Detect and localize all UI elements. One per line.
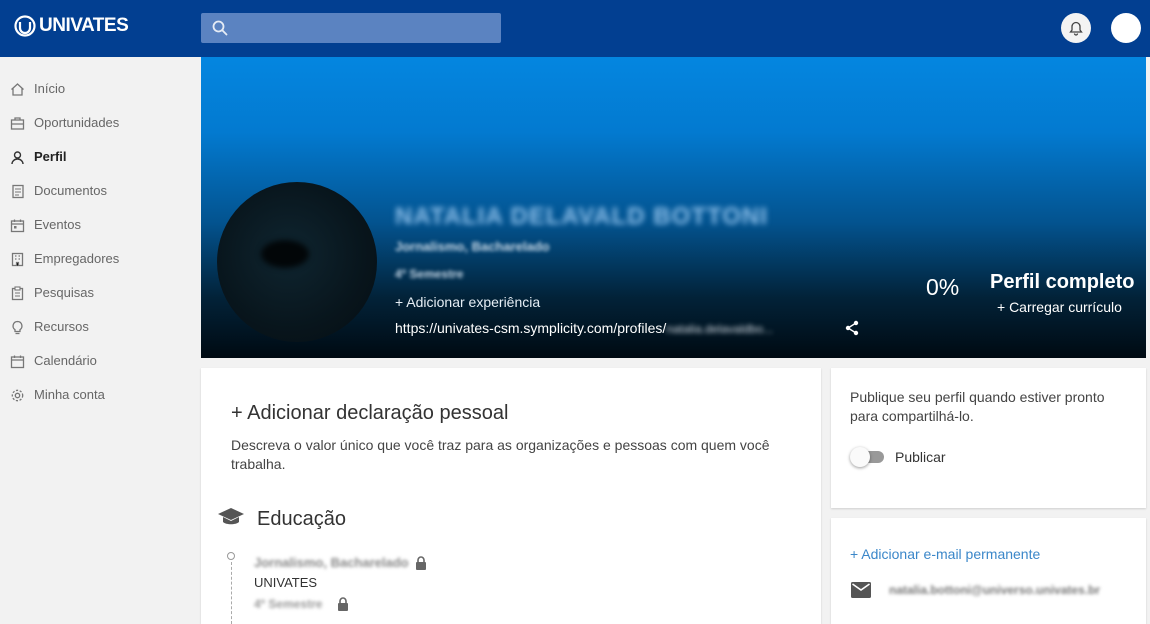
- univates-logo[interactable]: UNIVATES: [14, 15, 129, 37]
- sidebar-item-label: Documentos: [34, 183, 107, 198]
- graduation-cap-icon: [218, 508, 244, 525]
- publish-toggle-label: Publicar: [895, 449, 946, 465]
- sidebar-item-label: Minha conta: [34, 387, 105, 402]
- profile-url-suffix: natalia.delavaldbo...: [666, 322, 774, 336]
- toggle-knob: [850, 447, 870, 467]
- profile-completion-label: Perfil completo: [990, 271, 1135, 293]
- sidebar-item-label: Oportunidades: [34, 115, 120, 130]
- add-permanent-email-link[interactable]: + Adicionar e-mail permanente: [850, 546, 1040, 562]
- profile-header: NATALIA DELAVALD BOTTONI Jornalismo, Bac…: [201, 57, 1146, 358]
- sidebar-item-eventos[interactable]: Eventos: [0, 208, 201, 242]
- add-personal-statement-link[interactable]: + Adicionar declaração pessoal: [231, 402, 508, 425]
- education-semester: 4º Semestre: [254, 597, 323, 611]
- publish-toggle[interactable]: [850, 447, 886, 467]
- search-icon: [212, 20, 228, 36]
- sidebar-item-perfil[interactable]: Perfil: [0, 140, 201, 174]
- contact-card: + Adicionar e-mail permanente natalia.bo…: [831, 518, 1146, 624]
- sidebar-item-minha-conta[interactable]: Minha conta: [0, 378, 201, 412]
- personal-statement-description: Descreva o valor único que você traz par…: [231, 437, 770, 472]
- publish-description: Publique seu perfil quando estiver pront…: [850, 389, 1105, 424]
- home-icon: [11, 83, 24, 96]
- brand-name: UNIVATES: [39, 15, 129, 36]
- profile-completion-percent: 0%: [926, 274, 960, 300]
- profile-url[interactable]: https://univates-csm.symplicity.com/prof…: [395, 320, 773, 336]
- person-icon: [11, 151, 24, 165]
- sidebar-item-label: Início: [34, 81, 66, 96]
- clipboard-icon: [11, 286, 24, 301]
- upload-resume-link[interactable]: + Carregar currículo: [997, 299, 1122, 315]
- timeline-line: [231, 562, 232, 624]
- sidebar-item-label: Eventos: [34, 217, 81, 232]
- profile-name: NATALIA DELAVALD BOTTONI: [395, 203, 768, 230]
- contact-email: natalia.bottoni@universo.univates.br: [889, 583, 1101, 597]
- sidebar-item-inicio[interactable]: Início: [0, 72, 201, 106]
- briefcase-icon: [10, 117, 25, 130]
- lightbulb-icon: [12, 320, 23, 335]
- mail-icon: [851, 582, 871, 598]
- education-school: UNIVATES: [254, 575, 318, 590]
- user-avatar[interactable]: [1111, 13, 1141, 43]
- profile-photo[interactable]: [217, 182, 377, 342]
- notifications-button[interactable]: [1061, 13, 1091, 43]
- publish-card: Publique seu perfil quando estiver pront…: [831, 368, 1146, 508]
- sidebar-item-documentos[interactable]: Documentos: [0, 174, 201, 208]
- sidebar-item-empregadores[interactable]: Empregadores: [0, 242, 201, 276]
- search-bar[interactable]: [201, 13, 501, 43]
- sidebar-item-label: Perfil: [34, 149, 67, 164]
- sidebar-item-calendario[interactable]: Calendário: [0, 344, 201, 378]
- calendar-event-icon: [10, 219, 25, 233]
- profile-main-card: + Adicionar declaração pessoal Descreva …: [201, 368, 821, 624]
- education-section-title: Educação: [257, 508, 346, 530]
- profile-photo-detail: [261, 240, 309, 268]
- profile-semester: 4º Semestre: [395, 267, 464, 281]
- sidebar-item-recursos[interactable]: Recursos: [0, 310, 201, 344]
- profile-url-prefix: https://univates-csm.symplicity.com/prof…: [395, 320, 667, 336]
- share-icon[interactable]: [844, 320, 860, 336]
- bell-icon: [1069, 21, 1083, 36]
- calendar-icon: [10, 355, 25, 369]
- sidebar-item-label: Recursos: [34, 319, 89, 334]
- sidebar-item-oportunidades[interactable]: Oportunidades: [0, 106, 201, 140]
- lock-icon: [338, 597, 348, 611]
- sidebar-item-label: Pesquisas: [34, 285, 94, 300]
- univates-logo-icon: [14, 15, 36, 37]
- add-experience-link[interactable]: + Adicionar experiência: [395, 294, 540, 310]
- lock-icon: [416, 556, 426, 570]
- education-degree: Jornalismo, Bacharelado: [254, 555, 409, 570]
- top-bar: UNIVATES: [0, 0, 1150, 57]
- timeline-dot: [227, 552, 235, 560]
- building-icon: [11, 252, 24, 267]
- sidebar-item-label: Calendário: [34, 353, 97, 368]
- document-icon: [12, 184, 24, 199]
- profile-degree: Jornalismo, Bacharelado: [395, 239, 550, 254]
- gear-icon: [11, 389, 24, 402]
- sidebar-item-label: Empregadores: [34, 251, 120, 266]
- sidebar-item-pesquisas[interactable]: Pesquisas: [0, 276, 201, 310]
- sidebar-nav: Início Oportunidades Perfil Documentos E…: [0, 57, 201, 624]
